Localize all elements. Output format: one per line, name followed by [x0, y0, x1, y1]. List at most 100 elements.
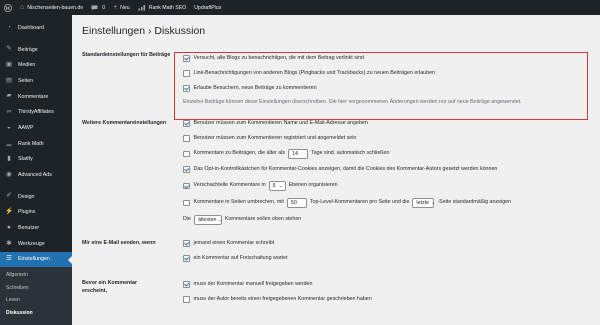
require-registration-checkbox[interactable] — [183, 135, 190, 142]
threaded-comments-checkbox[interactable] — [183, 182, 190, 190]
submenu-item-reading[interactable]: Lesen — [0, 294, 72, 307]
cart-icon: ◒ — [7, 123, 11, 131]
user-icon: ● — [7, 223, 11, 231]
updraftplus-label: UpdraftPlus — [194, 4, 222, 11]
site-name-link[interactable]: ⌂ Nischenseiten-bauen.de — [16, 0, 87, 15]
sidebar-item-label: Werkzeuge — [18, 240, 45, 247]
other-comment-settings-label: Weitere Kommentareinstellungen — [82, 120, 167, 126]
thread-depth-select[interactable]: 5 ⌄ — [268, 181, 286, 191]
cookies-opt-in-checkbox[interactable] — [183, 166, 190, 173]
sidebar-item-label: Beiträge — [18, 46, 38, 53]
email-settings-label: Mir eine E-Mail senden, wenn — [82, 240, 156, 246]
email-on-comment-label: jemand einen Kommentar schreibt — [193, 239, 275, 246]
sidebar-item-label: ThirstyAffiliates — [18, 109, 54, 116]
sidebar-item-label: Advanced Ads — [18, 172, 52, 179]
chart-icon: ▁ — [6, 139, 12, 147]
sidebar-item-statify[interactable]: ▮ Statify — [0, 152, 72, 168]
page-title: Einstellungen › Diskussion — [82, 25, 206, 37]
sidebar-item-thirstyaffiliates[interactable]: ∞ ThirstyAffiliates — [0, 104, 72, 120]
before-comment-label: Bevor ein Kommentar erscheint, — [82, 280, 138, 294]
stats-icon: ▮ — [7, 155, 11, 163]
submenu-item-general[interactable]: Allgemein — [0, 269, 72, 282]
email-on-comment-checkbox[interactable] — [183, 240, 190, 247]
require-name-email-option: Benutzer müssen zum Kommentieren Name un… — [183, 120, 368, 127]
sidebar-item-dashboard[interactable]: ◔ Dashboard — [0, 20, 72, 36]
new-content-link[interactable]: + Neu — [109, 0, 134, 15]
paged-comments-checkbox[interactable] — [183, 199, 190, 207]
sidebar-item-comments[interactable]: ▰ Kommentare — [0, 89, 72, 105]
manual-approval-checkbox[interactable] — [183, 281, 190, 288]
email-on-moderation-label: ein Kommentar auf Freischaltung wartet — [193, 254, 288, 261]
dashboard-icon: ◔ — [7, 23, 11, 31]
cookies-opt-in-option: Das Opt-in-Kontrollkästchen für Kommenta… — [183, 166, 497, 173]
comments-count: 0 — [102, 4, 106, 11]
previous-approved-label: muss der Autor bereits einen freigegeben… — [193, 295, 372, 302]
rank-math-label: Rank Math SEO — [148, 4, 187, 11]
comments-icon: ▰ — [6, 92, 12, 100]
pin-icon: ✎ — [6, 45, 12, 53]
new-label: Neu — [120, 4, 130, 11]
close-comments-option: Kommentare zu Beiträgen, die älter als 1… — [183, 149, 389, 159]
updraftplus-link[interactable]: UpdraftPlus — [190, 0, 225, 15]
notify-blogs-label: Versucht, alle Blogs zu benachrichtigen,… — [193, 54, 364, 61]
require-registration-label: Benutzer müssen zum Kommentieren registr… — [193, 134, 357, 141]
comments-per-page-input[interactable]: 50 — [286, 198, 307, 208]
sidebar-item-posts[interactable]: ✎ Beiträge — [0, 42, 72, 58]
rank-math-link[interactable]: Rank Math SEO — [134, 0, 190, 15]
site-name: Nischenseiten-bauen.de — [27, 4, 84, 11]
sidebar-item-rank-math[interactable]: ▁ Rank Math — [0, 136, 72, 152]
comments-link[interactable]: 0 — [87, 0, 109, 15]
sidebar-item-aawp[interactable]: ◒ AAWP — [0, 120, 72, 136]
settings-submenu: Allgemein Schreiben Lesen Diskussion — [0, 267, 72, 325]
sidebar-item-users[interactable]: ● Benutzer — [0, 220, 72, 236]
close-comments-checkbox[interactable] — [183, 150, 190, 158]
manual-approval-option: muss der Kommentar manuell freigegeben w… — [183, 281, 312, 288]
comment-order-select[interactable]: ältesten ⌄ — [193, 215, 223, 225]
sidebar-item-label: Seiten — [18, 77, 34, 84]
chevron-down-icon: ⌄ — [218, 217, 223, 222]
sidebar-item-label: Dashboard — [18, 24, 44, 31]
paged-comments-option: Kommentare in Seiten umbrechen, mit 50 T… — [183, 198, 511, 208]
comment-order-prefix: Die — [183, 216, 191, 223]
sidebar-item-tools[interactable]: ✱ Werkzeuge — [0, 236, 72, 252]
sidebar-item-label: Design — [18, 193, 35, 200]
paged-comments-middle: Top-Level-Kommentaren pro Seite und die — [309, 199, 410, 206]
wrench-icon: ✱ — [6, 239, 12, 247]
chevron-down-icon: ⌄ — [431, 200, 435, 205]
sidebar-item-label: Rank Math — [18, 140, 44, 147]
sidebar-item-media[interactable]: ▣ Medien — [0, 57, 72, 73]
default-page-select[interactable]: letzte ⌄ — [412, 198, 435, 208]
pingbacks-checkbox[interactable] — [183, 70, 190, 77]
notify-blogs-checkbox[interactable] — [183, 55, 190, 62]
manual-approval-label: muss der Kommentar manuell freigegeben w… — [193, 280, 313, 287]
rank-math-icon — [138, 5, 145, 11]
notify-blogs-option: Versucht, alle Blogs zu benachrichtigen,… — [183, 55, 364, 62]
sidebar-item-label: Plugins — [18, 209, 36, 216]
threaded-comments-suffix: Ebenen organisieren — [288, 182, 338, 189]
link-icon: ∞ — [6, 108, 12, 116]
close-comments-suffix: Tage sind, automatisch schließen — [311, 150, 390, 157]
sidebar-item-pages[interactable]: ▤ Seiten — [0, 73, 72, 89]
require-name-email-checkbox[interactable] — [183, 120, 190, 127]
close-comments-days-input[interactable]: 14 — [288, 149, 309, 159]
comment-bubble-icon — [91, 5, 98, 10]
email-on-comment-option: jemand einen Kommentar schreibt — [183, 240, 274, 247]
previous-approved-checkbox[interactable] — [183, 296, 190, 303]
allow-comments-label: Erlaube Besuchern, neue Beiträge zu komm… — [193, 84, 317, 91]
chevron-down-icon: ⌄ — [278, 183, 283, 188]
submenu-item-writing[interactable]: Schreiben — [0, 282, 72, 295]
media-icon: ▣ — [5, 60, 13, 68]
sidebar-item-design[interactable]: ✐ Design — [0, 189, 72, 205]
pingbacks-option: Link-Benachrichtigungen von anderen Blog… — [183, 70, 435, 77]
allow-comments-checkbox[interactable] — [183, 85, 190, 92]
sidebar-item-advanced-ads[interactable]: ◉ Advanced Ads — [0, 167, 72, 183]
sidebar-item-settings[interactable]: ☰ Einstellungen — [0, 251, 72, 268]
email-on-moderation-checkbox[interactable] — [183, 255, 190, 262]
svg-text:W: W — [4, 5, 11, 11]
submenu-item-discussion[interactable]: Diskussion — [0, 307, 72, 320]
threaded-comments-label: Verschachtelte Kommentare in — [193, 182, 266, 189]
sidebar-item-plugins[interactable]: ⚡ Plugins — [0, 205, 72, 221]
paged-comments-label: Kommentare in Seiten umbrechen, mit — [193, 199, 284, 206]
wordpress-logo-button[interactable]: W — [0, 0, 16, 15]
home-icon: ⌂ — [20, 4, 25, 11]
